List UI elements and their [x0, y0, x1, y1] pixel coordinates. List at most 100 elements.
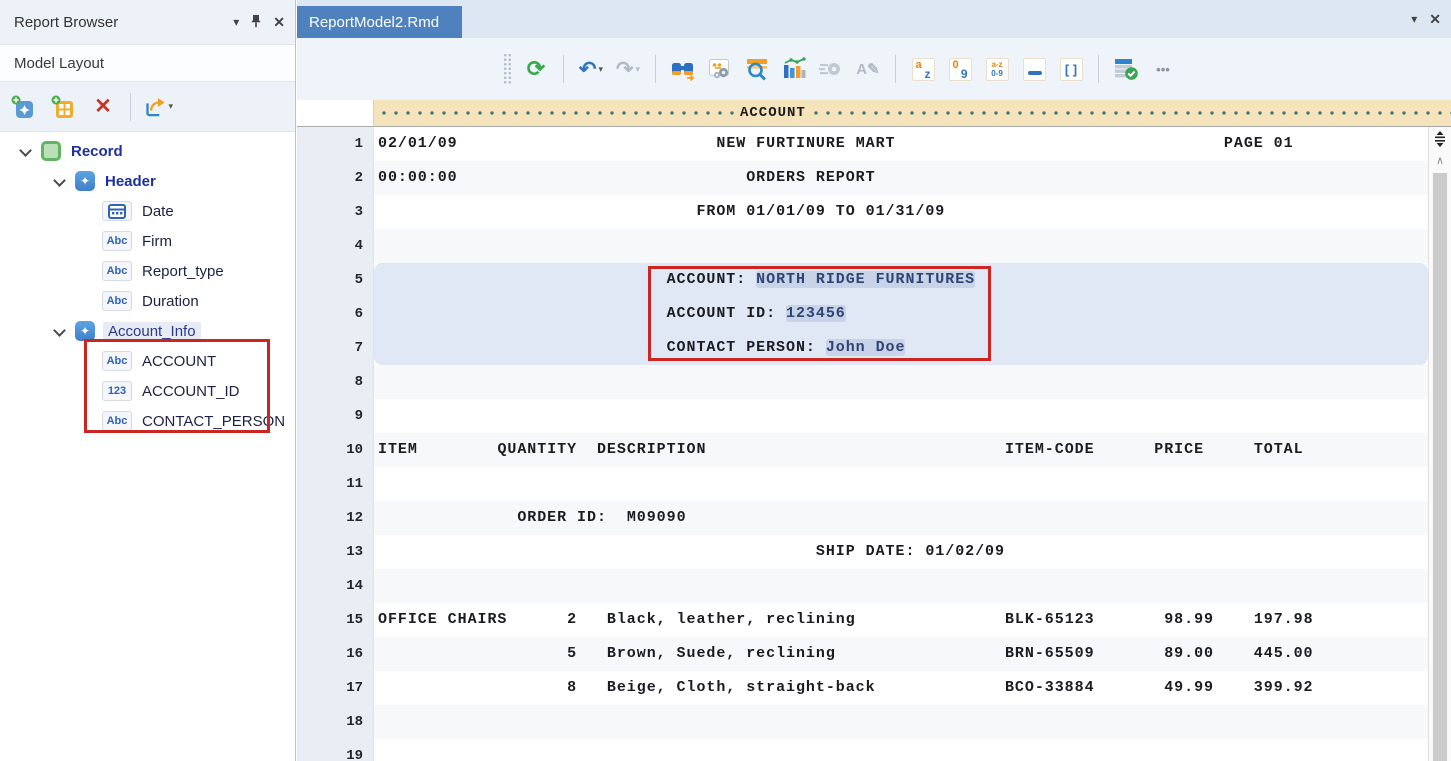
ruler-gutter: [297, 100, 374, 127]
line-number: 8: [297, 365, 374, 399]
line-text[interactable]: 5 Brown, Suede, reclining BRN-65509 89.0…: [374, 637, 1428, 671]
doc-close-icon[interactable]: ✕: [1429, 11, 1441, 28]
line-text[interactable]: [374, 467, 1428, 501]
model-toolbar: ✕▾: [0, 82, 295, 132]
export-icon[interactable]: ▾: [143, 92, 173, 122]
line-text[interactable]: 8 Beige, Cloth, straight-back BCO-33884 …: [374, 671, 1428, 705]
captured-field-value[interactable]: John Doe: [826, 339, 906, 356]
tree-item-account_id[interactable]: 123 ACCOUNT_ID: [0, 376, 295, 406]
more-options-icon[interactable]: •••: [1150, 56, 1176, 82]
chevron-down-icon[interactable]: [52, 174, 66, 188]
redo-icon: ↷▾: [615, 56, 641, 82]
split-handle-icon[interactable]: [1429, 127, 1451, 151]
delete-icon[interactable]: ✕: [88, 92, 118, 122]
verify-table-icon[interactable]: [1113, 56, 1139, 82]
doc-menu-icon[interactable]: ▾: [1411, 12, 1417, 26]
tab-title: ReportModel2.Rmd: [309, 14, 439, 31]
line-text[interactable]: ACCOUNT: NORTH RIDGE FURNITURES: [374, 263, 1428, 297]
region-name-label: ACCOUNT: [734, 100, 812, 126]
find-icon[interactable]: [670, 56, 696, 82]
line-text[interactable]: ITEM QUANTITY DESCRIPTION ITEM-CODE PRIC…: [374, 433, 1428, 467]
line-text[interactable]: OFFICE CHAIRS 2 Black, leather, reclinin…: [374, 603, 1428, 637]
match-brackets-icon[interactable]: [ ]: [1058, 56, 1084, 82]
report-line-3: 3 FROM 01/01/09 TO 01/31/09: [297, 195, 1428, 229]
tree-item-label: ACCOUNT_ID: [142, 383, 240, 400]
tree-item-record[interactable]: Record: [0, 136, 295, 166]
line-text[interactable]: [374, 739, 1428, 761]
scroll-up-icon[interactable]: ∧: [1429, 151, 1451, 169]
toolbar-separator: [563, 55, 564, 83]
tree-item-date[interactable]: Date: [0, 196, 295, 226]
report-line-19: 19: [297, 739, 1428, 761]
vertical-scrollbar[interactable]: ∧: [1428, 127, 1451, 761]
line-number: 3: [297, 195, 374, 229]
line-text[interactable]: [374, 705, 1428, 739]
add-fields-icon[interactable]: [48, 92, 78, 122]
captured-field-value[interactable]: NORTH RIDGE FURNITURES: [756, 271, 975, 288]
model-tree: Record✦HeaderDateAbcFirmAbcReport_typeAb…: [0, 132, 295, 436]
line-number: 2: [297, 161, 374, 195]
line-text[interactable]: SHIP DATE: 01/02/09: [374, 535, 1428, 569]
line-text[interactable]: ORDER ID: M09090: [374, 501, 1428, 535]
refresh-icon[interactable]: ⟳: [523, 56, 549, 82]
match-underscore-icon[interactable]: [1021, 56, 1047, 82]
captured-field-value[interactable]: 123456: [786, 305, 846, 322]
preview-icon[interactable]: [744, 56, 770, 82]
region-band[interactable]: ACCOUNT: [374, 100, 1451, 127]
tree-item-account_info[interactable]: ✦ Account_Info: [0, 316, 295, 346]
tree-item-report_type[interactable]: AbcReport_type: [0, 256, 295, 286]
tree-item-duration[interactable]: AbcDuration: [0, 286, 295, 316]
tab-reportmodel2[interactable]: ReportModel2.Rmd: [297, 6, 462, 38]
report-line-11: 11: [297, 467, 1428, 501]
numeric-field-icon: 123: [102, 381, 132, 401]
match-alnum-icon[interactable]: a-z0-9: [984, 56, 1010, 82]
report-line-17: 17 8 Beige, Cloth, straight-back BCO-338…: [297, 671, 1428, 705]
edit-font-icon: A✎: [855, 56, 881, 82]
line-text[interactable]: 02/01/09 NEW FURTINURE MART PAGE 01: [374, 127, 1428, 161]
text-field-icon: Abc: [102, 261, 132, 281]
tab-strip: ReportModel2.Rmd ▾ ✕: [297, 0, 1451, 38]
calendar-icon: [102, 201, 132, 221]
match-letters-icon[interactable]: az: [910, 56, 936, 82]
report-miner-window: Report Browser ▾ ✕ Model Layout ✕▾ Recor…: [0, 0, 1451, 761]
tree-item-firm[interactable]: AbcFirm: [0, 226, 295, 256]
toolbar-separator: [130, 93, 131, 121]
text-field-icon: Abc: [102, 411, 132, 431]
line-text[interactable]: 00:00:00 ORDERS REPORT: [374, 161, 1428, 195]
report-line-6: 6 ACCOUNT ID: 123456: [297, 297, 1428, 331]
line-text[interactable]: CONTACT PERSON: John Doe: [374, 331, 1428, 365]
line-text[interactable]: [374, 365, 1428, 399]
analyze-chart-icon[interactable]: [781, 56, 807, 82]
line-text[interactable]: [374, 229, 1428, 263]
line-number: 7: [297, 331, 374, 365]
tree-item-contact_person[interactable]: Abc CONTACT_PERSON: [0, 406, 295, 436]
text-field-icon: Abc: [102, 351, 132, 371]
toolbar-drag-grip-icon[interactable]: [503, 53, 512, 85]
scrollbar-thumb[interactable]: [1433, 173, 1447, 761]
line-text[interactable]: FROM 01/01/09 TO 01/31/09: [374, 195, 1428, 229]
pattern-options-icon[interactable]: [707, 56, 733, 82]
match-digits-icon[interactable]: 09: [947, 56, 973, 82]
line-number: 5: [297, 263, 374, 297]
line-number: 14: [297, 569, 374, 603]
tree-item-label: Duration: [142, 293, 199, 310]
line-text[interactable]: [374, 399, 1428, 433]
chevron-down-icon[interactable]: [18, 144, 32, 158]
model-layout-header: Model Layout: [0, 44, 295, 82]
tree-item-label: Account_Info: [103, 322, 201, 341]
pin-icon[interactable]: [250, 14, 262, 30]
line-text[interactable]: ACCOUNT ID: 123456: [374, 297, 1428, 331]
region-icon: ✦: [75, 321, 95, 341]
line-text[interactable]: [374, 569, 1428, 603]
chevron-down-icon[interactable]: [52, 324, 66, 338]
report-line-12: 12 ORDER ID: M09090: [297, 501, 1428, 535]
undo-icon[interactable]: ↶▾: [578, 56, 604, 82]
panel-close-icon[interactable]: ✕: [273, 15, 285, 29]
report-line-7: 7 CONTACT PERSON: John Doe: [297, 331, 1428, 365]
add-region-icon[interactable]: [8, 92, 38, 122]
tree-item-label: CONTACT_PERSON: [142, 413, 285, 430]
tree-item-account[interactable]: AbcACCOUNT: [0, 346, 295, 376]
panel-menu-icon[interactable]: ▾: [233, 16, 239, 28]
tree-item-header[interactable]: ✦Header: [0, 166, 295, 196]
line-number: 13: [297, 535, 374, 569]
